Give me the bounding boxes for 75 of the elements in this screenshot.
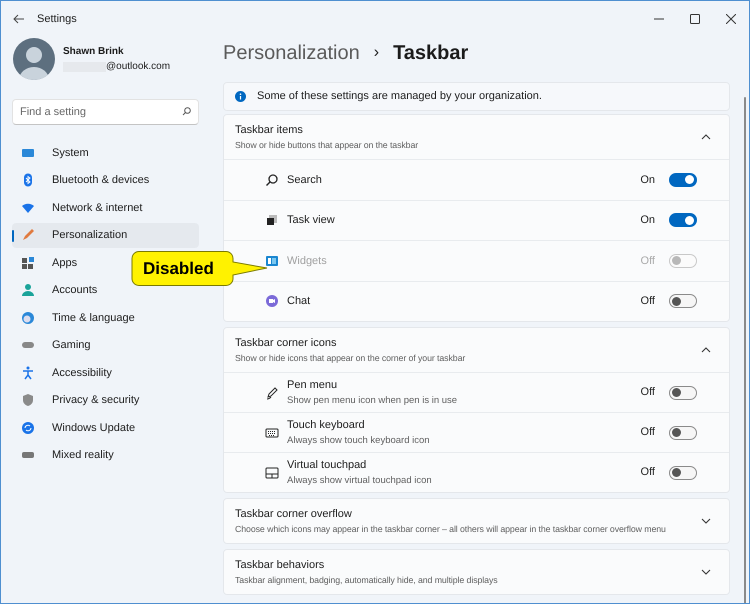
info-icon [235,91,246,102]
sidebar-item[interactable]: Personalization [12,222,199,248]
wifi-icon [21,200,35,215]
section-title: Taskbar items [235,123,304,138]
chevron-down-icon[interactable] [701,516,711,526]
setting-label: Virtual touchpad [287,458,368,474]
chevron-up-icon[interactable] [701,345,711,355]
callout-tooltip: Disabled [131,251,268,289]
toggle-state-label: Off [640,465,655,480]
sidebar-item[interactable]: Accessibility [12,360,199,386]
toggle-state-label: Off [640,254,655,268]
pen-icon [265,386,279,400]
back-arrow-icon[interactable] [13,13,25,25]
profile-name: Shawn Brink [63,45,125,59]
toggle-state-label: On [640,213,655,228]
section-subtitle: Show or hide icons that appear on the corner of your taskbar [235,352,466,365]
chevron-down-icon[interactable] [701,567,711,577]
sidebar-item[interactable]: Privacy & security [12,388,199,413]
scrollbar[interactable] [744,97,746,603]
toggle-state-label: Off [640,425,655,440]
task-view-icon [265,213,279,228]
section-subtitle: Choose which icons may appear in the taskbar corner – all others will appear in the taskbar corner overflow menu [235,522,667,536]
breadcrumb-parent[interactable]: Personalization [223,38,360,68]
window-title: Settings [37,12,77,27]
setting-description: Always show virtual touchpad icon [287,474,433,488]
toggle-switch[interactable] [669,426,697,440]
section-title: Taskbar corner overflow [235,507,353,522]
toggle-switch[interactable] [669,386,697,400]
setting-label: Widgets [287,254,328,268]
search-field[interactable]: Find a setting [12,99,199,125]
sidebar-item[interactable]: Network & internet [12,195,199,220]
setting-label: Pen menu [287,378,338,394]
sidebar-item[interactable]: Windows Update [12,415,199,440]
sidebar-item[interactable]: Time & language [12,305,199,330]
notice-text: Some of these settings are managed by your organization. [257,89,542,104]
sidebar-item[interactable]: Mixed reality [12,442,199,468]
toggle-switch[interactable] [669,294,697,308]
widgets-icon [265,254,279,268]
chevron-up-icon[interactable] [701,132,711,142]
sidebar-item[interactable]: Gaming [12,332,199,358]
shield-icon [21,393,35,408]
touchpad-icon [265,466,279,480]
setting-description: Always show touch keyboard icon [287,434,431,448]
section-subtitle: Taskbar alignment, badging, automatically hide, and multiple displays [235,574,499,587]
accessibility-icon [21,366,35,380]
sidebar-item[interactable]: Bluetooth & devices [12,168,199,193]
section-subtitle: Show or hide buttons that appear on the taskbar [235,138,420,152]
toggle-switch[interactable] [669,466,697,480]
person-icon [21,283,35,298]
setting-label: Task view [287,213,336,228]
breadcrumb-separator: › [374,43,380,63]
apps-icon [21,256,35,270]
setting-description: Show pen menu icon when pen is in use [287,394,458,408]
page-title: Taskbar [393,41,468,66]
brush-icon [21,228,35,242]
selection-indicator [12,230,14,242]
bluetooth-icon [21,173,35,188]
sync-icon [21,420,35,435]
sidebar-item[interactable]: System [12,140,199,166]
toggle-state-label: On [640,172,655,188]
avatar [13,38,55,80]
section-title: Taskbar corner icons [235,336,338,352]
toggle-state-label: Off [640,294,655,309]
setting-label: Search [287,172,323,188]
setting-label: Chat [287,294,312,309]
chat-icon [265,294,279,308]
setting-label: Touch keyboard [287,418,366,434]
section-title: Taskbar behaviors [235,558,326,574]
profile-email: @outlook.com [106,60,170,74]
toggle-switch[interactable] [669,172,697,187]
keyboard-icon [265,426,279,440]
toggle-switch[interactable] [669,213,697,228]
toggle-state-label: Off [640,385,655,400]
search-icon[interactable] [182,107,191,116]
search-icon [265,172,279,187]
